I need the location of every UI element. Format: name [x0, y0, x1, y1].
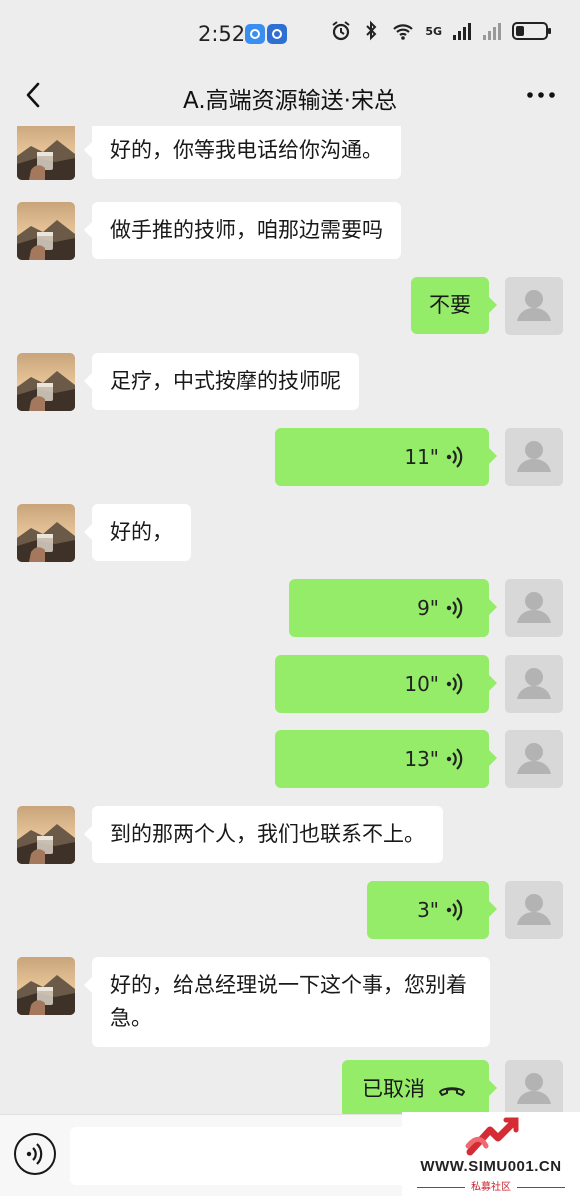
- chat-header: A.高端资源输送·宋总: [0, 64, 580, 126]
- voice-wave-icon: [446, 899, 463, 921]
- user-avatar[interactable]: [505, 881, 563, 939]
- voice-duration: 11": [404, 444, 439, 469]
- contact-avatar[interactable]: [17, 957, 75, 1015]
- watermark-tagline: 私募社区: [402, 1178, 580, 1193]
- voice-wave-icon: [446, 446, 463, 468]
- voice-duration: 13": [404, 746, 439, 771]
- voice-duration: 9": [417, 595, 439, 620]
- battery-icon: [512, 22, 551, 40]
- bluetooth-icon: [366, 20, 377, 41]
- chat-title: A.高端资源输送·宋总: [183, 88, 397, 114]
- message-bubble[interactable]: 不要: [411, 277, 497, 334]
- app-notification-icon: [245, 24, 265, 44]
- contact-avatar[interactable]: [17, 353, 75, 411]
- contact-avatar[interactable]: [17, 126, 75, 180]
- voice-wave-icon: [446, 748, 463, 770]
- voice-duration: 10": [404, 671, 439, 696]
- alarm-icon: [332, 21, 350, 41]
- message-list[interactable]: 好的，你等我电话给你沟通。 做手推的技师，咱那边需要吗 不要 足疗，中式按摩的技…: [0, 126, 580, 1114]
- voice-duration: 3": [417, 897, 439, 922]
- signal-icon: [453, 23, 471, 40]
- contact-avatar[interactable]: [17, 202, 75, 260]
- watermark: WWW.SIMU001.CN 私募社区: [402, 1112, 580, 1196]
- wifi-icon: [393, 24, 414, 40]
- call-message[interactable]: 已取消: [342, 1060, 497, 1114]
- more-icon[interactable]: [524, 80, 558, 110]
- contact-avatar[interactable]: [17, 504, 75, 562]
- user-avatar[interactable]: [505, 428, 563, 486]
- network-label: 5G: [425, 24, 442, 38]
- phone-hangup-icon: [439, 1087, 465, 1096]
- user-avatar[interactable]: [505, 579, 563, 637]
- voice-message[interactable]: 9": [289, 579, 497, 637]
- contact-avatar[interactable]: [17, 806, 75, 864]
- system-icons: 5G: [331, 20, 551, 42]
- voice-message[interactable]: 10": [275, 655, 497, 713]
- message-bubble[interactable]: 好的，你等我电话给你沟通。: [84, 126, 401, 179]
- watermark-logo-icon: [465, 1117, 519, 1156]
- watermark-site: WWW.SIMU001.CN: [420, 1158, 562, 1175]
- message-bubble[interactable]: 到的那两个人，我们也联系不上。: [84, 806, 443, 863]
- message-bubble[interactable]: 好的，: [84, 504, 191, 561]
- voice-message[interactable]: 11": [275, 428, 497, 486]
- message-bubble[interactable]: 好的，给总经理说一下这个事，您别着急。: [84, 957, 490, 1047]
- call-status: 已取消: [362, 1076, 425, 1101]
- voice-message[interactable]: 13": [275, 730, 497, 788]
- app-notification-icon: [267, 24, 287, 44]
- voice-message[interactable]: 3": [367, 881, 497, 939]
- signal-secondary-icon: [483, 23, 501, 40]
- voice-wave-icon: [446, 673, 463, 695]
- user-avatar[interactable]: [505, 1060, 563, 1114]
- user-avatar[interactable]: [505, 730, 563, 788]
- voice-icon: [26, 1143, 43, 1165]
- user-avatar[interactable]: [505, 277, 563, 335]
- voice-input-toggle[interactable]: [14, 1133, 56, 1175]
- message-bubble[interactable]: 足疗，中式按摩的技师呢: [84, 353, 359, 410]
- voice-wave-icon: [446, 597, 463, 619]
- status-time: 2:52: [198, 22, 246, 46]
- message-bubble[interactable]: 做手推的技师，咱那边需要吗: [84, 202, 401, 259]
- status-bar: 2:52 5G: [0, 0, 580, 64]
- user-avatar[interactable]: [505, 655, 563, 713]
- watermark-tagline-text: 私募社区: [471, 1182, 511, 1193]
- message-input[interactable]: [70, 1127, 410, 1185]
